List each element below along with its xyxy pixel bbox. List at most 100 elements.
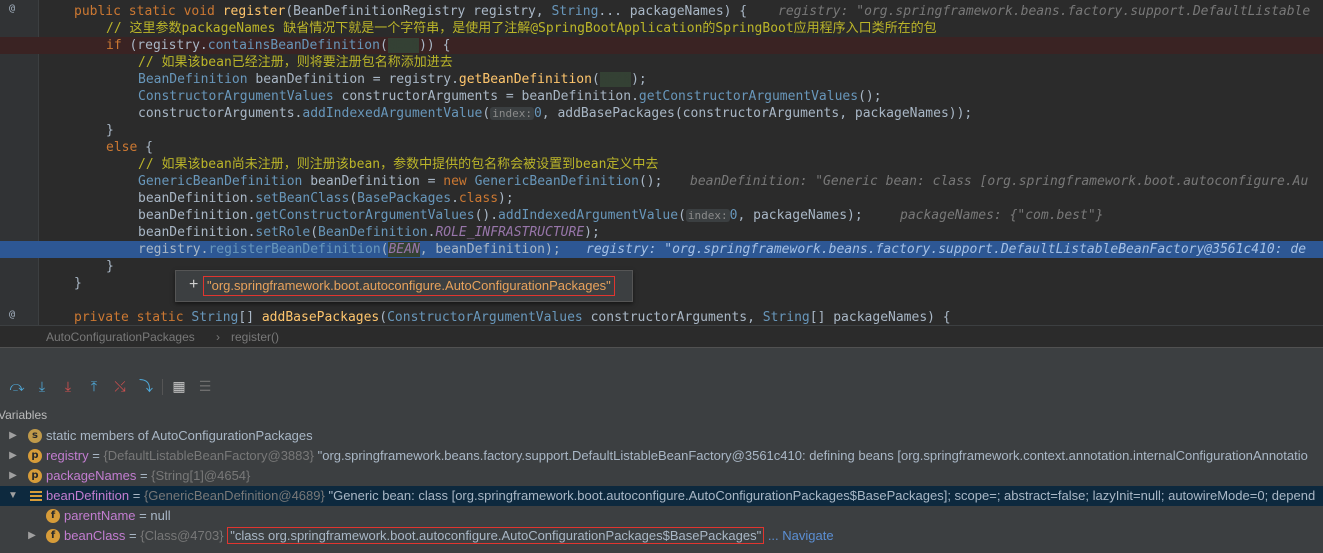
code-token: beanDefinition = bbox=[302, 174, 444, 189]
equals-sign: = bbox=[135, 508, 151, 523]
code-token: registerBeanDefinition bbox=[208, 242, 381, 257]
code-line-6[interactable]: ConstructorArgumentValues constructorArg… bbox=[0, 88, 1323, 105]
code-token: ); bbox=[498, 191, 514, 206]
code-token: ( bbox=[379, 310, 388, 325]
step-into-icon[interactable]: ⤓ bbox=[34, 379, 50, 395]
code-token: register bbox=[222, 4, 286, 19]
inline-debug-hint: beanDefinition: "Generic bean: class [or… bbox=[690, 174, 1309, 189]
variable-row[interactable]: f parentName = null bbox=[0, 506, 1323, 526]
code-line-14[interactable]: beanDefinition.setRole(BeanDefinition.RO… bbox=[0, 224, 1323, 241]
code-token: containsBeanDefinition bbox=[207, 38, 380, 53]
code-token: BasePackages bbox=[357, 191, 452, 206]
parameter-icon: p bbox=[28, 469, 42, 483]
expand-plus-icon[interactable]: + bbox=[189, 276, 198, 294]
code-line-8[interactable]: } bbox=[0, 122, 1323, 139]
navigate-link[interactable]: ... Navigate bbox=[768, 528, 834, 543]
code-token: [] packageNames) { bbox=[809, 310, 951, 325]
variable-row-selected[interactable]: ▼ beanDefinition = {GenericBeanDefinitio… bbox=[0, 486, 1323, 506]
debug-panel-header bbox=[0, 347, 1323, 374]
code-token: beanDefinition = registry. bbox=[247, 72, 459, 87]
code-line-3[interactable]: if (registry.containsBeanDefinition(BEAN… bbox=[0, 37, 1323, 54]
code-token: addBasePackages bbox=[261, 310, 380, 325]
equals-sign: = bbox=[88, 448, 104, 463]
equals-sign: = bbox=[125, 528, 141, 543]
variable-row[interactable]: ▶ s static members of AutoConfigurationP… bbox=[0, 426, 1323, 446]
expand-arrow-icon[interactable]: ▶ bbox=[27, 526, 37, 546]
code-line-7[interactable]: constructorArguments.addIndexedArgumentV… bbox=[0, 105, 1323, 122]
breadcrumb: AutoConfigurationPackages › register() bbox=[0, 325, 1323, 348]
code-token: 0 bbox=[533, 106, 542, 121]
code-token: (BeanDefinitionRegistry registry, bbox=[285, 4, 552, 19]
variables-header: Variables bbox=[0, 401, 1323, 426]
code-token: BEAN bbox=[387, 38, 420, 53]
code-token: ); bbox=[584, 225, 600, 240]
variable-name: static members of AutoConfigurationPacka… bbox=[46, 428, 313, 443]
inline-debug-hint: registry: "org.springframework.beans.fac… bbox=[778, 4, 1311, 19]
code-token: BeanDefinition bbox=[318, 225, 428, 240]
code-line-9[interactable]: else { bbox=[0, 139, 1323, 156]
evaluate-expression-icon[interactable]: ▦ bbox=[171, 379, 187, 395]
force-step-into-icon[interactable]: ⤓ bbox=[60, 379, 76, 395]
code-token: constructorArguments. bbox=[138, 106, 303, 121]
variables-title: Variables bbox=[0, 408, 48, 422]
run-to-cursor-icon[interactable]: ⤵ bbox=[138, 379, 154, 395]
code-line-5[interactable]: BeanDefinition beanDefinition = registry… bbox=[0, 71, 1323, 88]
code-token: beanDefinition. bbox=[138, 191, 256, 206]
code-token: BeanDefinition bbox=[138, 72, 248, 87]
code-token: } bbox=[106, 123, 114, 138]
code-editor[interactable]: @ @ public static void register(BeanDefi… bbox=[0, 0, 1323, 325]
static-icon: s bbox=[28, 429, 42, 443]
code-token[interactable]: BEAN bbox=[388, 242, 420, 257]
variable-row[interactable]: ▶ f beanClass = {Class@4703} "class org.… bbox=[0, 526, 1323, 546]
code-token: ROLE_INFRASTRUCTURE bbox=[435, 225, 585, 240]
code-token: )) { bbox=[419, 38, 451, 53]
code-token: (); bbox=[638, 174, 663, 189]
code-token: (registry. bbox=[129, 38, 208, 53]
code-token: constructorArguments = beanDefinition. bbox=[333, 89, 639, 104]
variable-value: "org.springframework.beans.factory.suppo… bbox=[317, 448, 1308, 463]
code-line-18[interactable]: private static String[] addBasePackages(… bbox=[0, 309, 1323, 325]
code-token: setBeanClass bbox=[255, 191, 350, 206]
code-token: (); bbox=[858, 89, 882, 104]
code-token: ( bbox=[379, 38, 388, 53]
variable-type: {Class@4703} bbox=[140, 528, 224, 543]
code-token: new bbox=[443, 174, 475, 189]
code-line-12[interactable]: beanDefinition.setBeanClass(BasePackages… bbox=[0, 190, 1323, 207]
variables-tree[interactable]: ▶ s static members of AutoConfigurationP… bbox=[0, 426, 1323, 553]
trace-icon[interactable]: ☰ bbox=[197, 379, 213, 395]
code-token: String bbox=[762, 310, 810, 325]
expand-arrow-icon[interactable]: ▶ bbox=[8, 466, 18, 486]
code-line-4[interactable]: // 如果该bean已经注册，则将要注册包名称添加进去 bbox=[0, 54, 1323, 71]
drop-frame-icon[interactable]: ⤯ bbox=[112, 379, 128, 395]
step-over-icon[interactable]: ⤼ bbox=[9, 379, 25, 395]
collapse-arrow-icon[interactable]: ▼ bbox=[8, 486, 18, 506]
breadcrumb-class[interactable]: AutoConfigurationPackages bbox=[46, 330, 195, 344]
code-line-1[interactable]: public static void register(BeanDefiniti… bbox=[0, 3, 1323, 20]
code-line-11[interactable]: GenericBeanDefinition beanDefinition = n… bbox=[0, 173, 1323, 190]
debug-toolbar: ⤼ ⤓ ⤓ ⤒ ⤯ ⤵ ▦ ☰ bbox=[0, 373, 1323, 402]
expand-arrow-icon[interactable]: ▶ bbox=[8, 446, 18, 466]
value-tooltip-popup: + "org.springframework.boot.autoconfigur… bbox=[175, 270, 633, 302]
code-token: ConstructorArgumentValues bbox=[138, 89, 334, 104]
breadcrumb-separator: › bbox=[216, 330, 220, 344]
tooltip-value: "org.springframework.boot.autoconfigure.… bbox=[203, 276, 615, 296]
code-line-15-current[interactable]: registry.registerBeanDefinition(BEAN, be… bbox=[0, 241, 1323, 258]
code-token: getConstructorArgumentValues bbox=[638, 89, 859, 104]
code-token: beanDefinition. bbox=[138, 225, 256, 240]
code-token: (). bbox=[474, 208, 499, 223]
breadcrumb-method[interactable]: register() bbox=[231, 330, 279, 344]
step-out-icon[interactable]: ⤒ bbox=[86, 379, 102, 395]
variable-row[interactable]: ▶ p registry = {DefaultListableBeanFacto… bbox=[0, 446, 1323, 466]
variable-row[interactable]: ▶ p packageNames = {String[1]@4654} bbox=[0, 466, 1323, 486]
code-token: ... packageNames) { bbox=[598, 4, 748, 19]
code-line-2[interactable]: // 这里参数packageNames 缺省情况下就是一个字符串，是使用了注解@… bbox=[0, 20, 1323, 37]
code-token: String bbox=[191, 310, 239, 325]
code-token: public static void bbox=[74, 4, 223, 19]
code-line-10[interactable]: // 如果该bean尚未注册，则注册该bean，参数中提供的包名称会被设置到be… bbox=[0, 156, 1323, 173]
code-token: String bbox=[551, 4, 599, 19]
code-token: ( bbox=[591, 72, 600, 87]
expand-arrow-icon[interactable]: ▶ bbox=[8, 426, 18, 446]
variable-type: {GenericBeanDefinition@4689} bbox=[143, 488, 325, 503]
code-line-13[interactable]: beanDefinition.getConstructorArgumentVal… bbox=[0, 207, 1323, 224]
code-token: beanDefinition. bbox=[138, 208, 256, 223]
